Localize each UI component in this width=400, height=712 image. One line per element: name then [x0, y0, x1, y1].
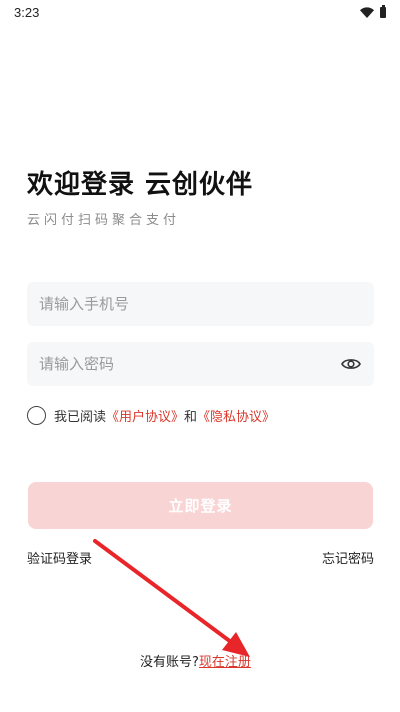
- privacy-agreement-link[interactable]: 《隐私协议》: [197, 406, 275, 425]
- page-subtitle: 云闪付扫码聚合支付: [27, 213, 181, 228]
- eye-icon[interactable]: [340, 353, 362, 375]
- password-input[interactable]: [39, 355, 340, 373]
- login-screen: 3:23 欢迎登录 云创伙伴 云闪付扫码聚合支付 我已阅读 《用户协议》 和 《…: [0, 0, 400, 712]
- login-button[interactable]: 立即登录: [28, 482, 373, 529]
- password-field-container: [27, 342, 374, 386]
- status-bar: 3:23: [0, 0, 400, 24]
- battery-icon: [380, 4, 386, 18]
- agreement-checkbox[interactable]: [27, 406, 46, 425]
- register-link[interactable]: 现在注册: [199, 651, 251, 670]
- phone-field-container: [27, 282, 374, 326]
- status-icons: [360, 4, 386, 18]
- register-row: 没有账号? 现在注册: [140, 651, 251, 670]
- wifi-icon: [360, 6, 374, 18]
- user-agreement-link[interactable]: 《用户协议》: [106, 406, 184, 425]
- sms-login-link[interactable]: 验证码登录: [27, 548, 92, 567]
- agreement-prefix: 我已阅读: [54, 410, 107, 425]
- forgot-password-link[interactable]: 忘记密码: [322, 548, 374, 567]
- phone-input[interactable]: [39, 295, 362, 313]
- page-title: 欢迎登录 云创伙伴: [27, 170, 254, 200]
- status-time: 3:23: [14, 4, 40, 20]
- agreement-and: 和: [184, 410, 198, 425]
- agreement-row: 我已阅读 《用户协议》 和 《隐私协议》: [27, 406, 275, 425]
- register-prompt: 没有账号?: [140, 655, 199, 670]
